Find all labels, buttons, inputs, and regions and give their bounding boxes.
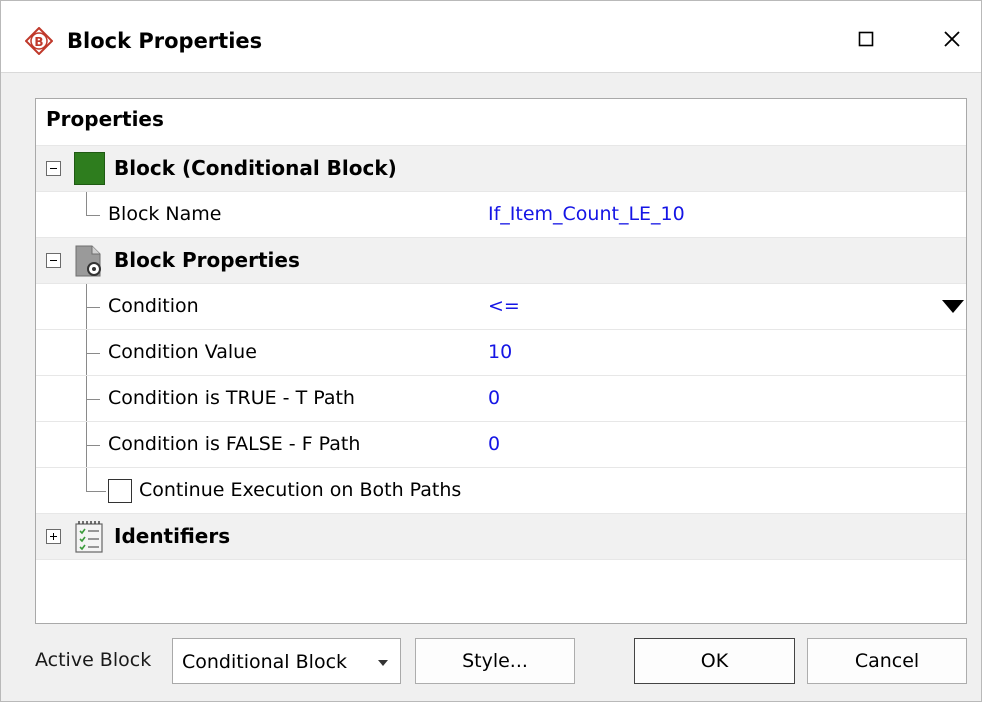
property-label: Condition Value [108,341,257,363]
close-icon [943,30,961,53]
active-block-select[interactable]: Conditional Block [172,638,401,684]
collapse-toggle[interactable] [46,253,61,268]
block-properties-dialog: B Block Properties Properties Block (Con… [0,0,982,702]
style-button[interactable]: Style... [415,638,575,684]
category-identifiers-label: Identifiers [114,524,231,548]
category-block-properties[interactable]: Block Properties [36,237,966,283]
cancel-button[interactable]: Cancel [807,638,967,684]
false-path-value[interactable]: 0 [488,433,500,455]
property-row-block-name[interactable]: Block Name If_Item_Count_LE_10 [36,191,966,237]
true-path-value[interactable]: 0 [488,387,500,409]
document-gear-icon [72,244,106,283]
property-row-condition[interactable]: Condition <= [36,283,966,329]
dialog-title: Block Properties [67,29,263,53]
block-name-value[interactable]: If_Item_Count_LE_10 [488,203,685,225]
active-block-label: Active Block [35,649,152,671]
condition-value[interactable]: <= [488,295,520,317]
property-label: Block Name [108,203,222,225]
property-row-condition-value[interactable]: Condition Value 10 [36,329,966,375]
category-block-label: Block (Conditional Block) [114,156,397,180]
properties-header: Properties [46,107,164,131]
active-block-value: Conditional Block [182,651,348,673]
green-block-icon [74,152,105,185]
continue-both-paths-checkbox[interactable] [108,479,132,503]
property-label: Condition is TRUE - T Path [108,387,355,409]
category-block[interactable]: Block (Conditional Block) [36,145,966,191]
properties-grid: Properties Block (Conditional Block) Blo… [35,98,967,624]
category-block-properties-label: Block Properties [114,248,300,272]
category-identifiers[interactable]: Identifiers [36,513,966,559]
property-row-true-path[interactable]: Condition is TRUE - T Path 0 [36,375,966,421]
expand-toggle[interactable] [46,529,61,544]
checklist-icon [74,520,104,559]
grid-divider [36,559,966,560]
block-logo-icon: B [24,26,54,56]
close-button[interactable] [929,21,975,61]
property-label: Condition is FALSE - F Path [108,433,361,455]
property-row-false-path[interactable]: Condition is FALSE - F Path 0 [36,421,966,467]
condition-value-field[interactable]: 10 [488,341,512,363]
property-label: Condition [108,295,199,317]
property-row-continue-both-paths[interactable]: Continue Execution on Both Paths [36,467,966,513]
svg-text:B: B [34,35,43,49]
ok-button[interactable]: OK [634,638,795,684]
title-bar: B Block Properties [1,1,981,73]
collapse-toggle[interactable] [46,161,61,176]
chevron-down-icon [378,660,388,666]
continue-both-paths-label: Continue Execution on Both Paths [139,479,462,501]
maximize-button[interactable] [843,21,889,61]
maximize-icon [858,30,874,52]
dropdown-arrow-icon[interactable] [942,300,964,313]
